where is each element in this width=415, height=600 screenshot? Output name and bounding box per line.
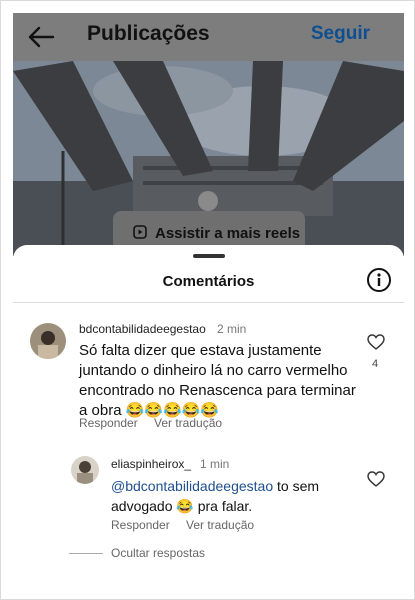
like-heart-icon[interactable] (367, 471, 385, 487)
comments-title: Comentários (162, 273, 255, 290)
avatar[interactable] (30, 323, 66, 359)
reels-button-label: Assistir a mais reels (155, 225, 301, 242)
comments-sheet: Comentários bdcontabilidadeegestao 2 min… (13, 245, 404, 591)
reply-button[interactable]: Responder (111, 518, 170, 532)
reels-icon (133, 225, 147, 239)
comment-text: Só falta dizer que estava justamente jun… (79, 342, 356, 419)
top-bar: Publicações Seguir (13, 13, 404, 61)
info-icon[interactable] (366, 267, 392, 293)
reply-text: @bdcontabilidadeegestao to sem advogado … (111, 476, 361, 516)
hide-replies-button[interactable]: Ocultar respostas (111, 546, 205, 560)
screen-frame: Publicações Seguir Assistir a mais reels (0, 0, 415, 600)
hide-replies-line (69, 553, 103, 554)
like-heart-icon[interactable] (367, 334, 385, 350)
back-arrow-icon[interactable] (27, 25, 55, 49)
comment-time: 2 min (217, 322, 247, 336)
reply-button[interactable]: Responder (79, 416, 138, 430)
like-count: 4 (372, 358, 379, 370)
drag-handle[interactable] (193, 254, 225, 258)
sheet-divider (13, 302, 404, 303)
page-title: Publicações (87, 22, 210, 45)
see-translation-button[interactable]: Ver tradução (154, 416, 222, 430)
comment-username[interactable]: bdcontabilidadeegestao (79, 322, 206, 336)
reply-username[interactable]: eliaspinheirox_ (111, 457, 191, 471)
follow-button[interactable]: Seguir (311, 23, 370, 45)
reply-time: 1 min (200, 457, 230, 471)
see-translation-button[interactable]: Ver tradução (186, 518, 254, 532)
reply-mention-link[interactable]: @bdcontabilidadeegestao (111, 478, 273, 494)
avatar[interactable] (71, 456, 99, 484)
